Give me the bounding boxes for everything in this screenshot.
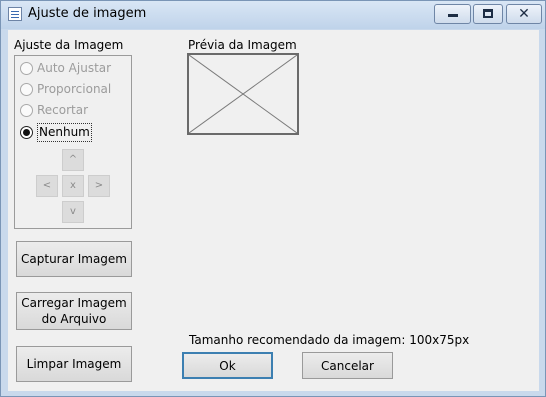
move-down-button: v (62, 201, 84, 223)
placeholder-image-icon (189, 55, 297, 133)
clear-image-button[interactable]: Limpar Imagem (16, 346, 132, 382)
dialog-content: Ajuste da Imagem Auto Ajustar Proporcion… (8, 30, 539, 391)
minimize-button[interactable] (434, 4, 471, 24)
close-button[interactable]: ✕ (506, 4, 542, 24)
radio-label: Proporcional (37, 82, 112, 96)
radio-label: Recortar (37, 103, 89, 117)
radio-auto-ajustar: Auto Ajustar (20, 60, 130, 76)
maximize-button[interactable] (473, 4, 503, 24)
adjust-group-box: Auto Ajustar Proporcional Recortar Nenhu… (14, 55, 132, 229)
radio-button (20, 83, 33, 96)
radio-nenhum[interactable]: Nenhum (20, 123, 130, 142)
maximize-icon (483, 9, 493, 18)
move-up-button: ^ (62, 149, 84, 171)
image-preview (187, 53, 299, 135)
radio-recortar: Recortar (20, 102, 130, 118)
app-icon (8, 7, 22, 21)
dialog-window: Ajuste de imagem ✕ Ajuste da Imagem Auto… (0, 0, 546, 397)
move-right-button: > (88, 175, 110, 197)
close-icon: ✕ (518, 6, 530, 22)
radio-button (20, 104, 33, 117)
radio-proporcional: Proporcional (20, 81, 130, 97)
radio-button-selected[interactable] (20, 126, 33, 139)
window-title: Ajuste de imagem (28, 6, 147, 21)
load-image-label-line2: do Arquivo (41, 312, 107, 326)
adjust-group-label: Ajuste da Imagem (14, 38, 124, 52)
ok-button[interactable]: Ok (182, 352, 273, 379)
preview-label: Prévia da Imagem (188, 38, 297, 52)
radio-label[interactable]: Nenhum (37, 123, 92, 142)
radio-label: Auto Ajustar (37, 61, 112, 75)
move-left-button: < (36, 175, 58, 197)
load-image-button[interactable]: Carregar Imagem do Arquivo (16, 292, 132, 330)
recommended-size-text: Tamanho recomendado da imagem: 100x75px (189, 333, 470, 347)
cancel-button[interactable]: Cancelar (302, 352, 393, 379)
load-image-label-line1: Carregar Imagem (21, 296, 127, 310)
center-button: x (62, 175, 84, 197)
minimize-icon (448, 14, 458, 17)
capture-image-button[interactable]: Capturar Imagem (16, 241, 132, 277)
radio-button (20, 62, 33, 75)
title-bar[interactable]: Ajuste de imagem ✕ (1, 1, 545, 29)
